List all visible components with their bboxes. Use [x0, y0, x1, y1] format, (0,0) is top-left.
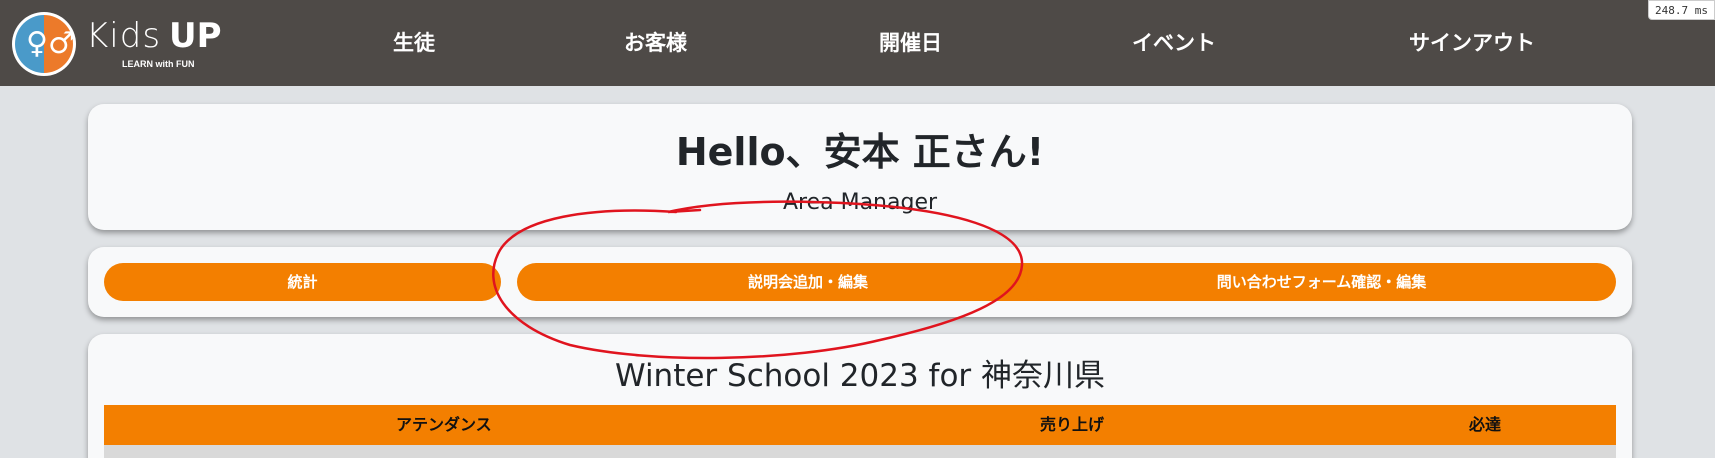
logo-wordmark-up: UP	[169, 16, 222, 56]
logo-wordmark: Kids UP	[86, 16, 222, 56]
event-title: Winter School 2023 for 神奈川県	[614, 358, 1106, 394]
actions-card: 統計 説明会追加・編集 問い合わせフォーム確認・編集	[88, 247, 1632, 317]
nav-sign-out[interactable]: サインアウト	[1409, 28, 1535, 58]
event-table-header: アテンダンス 売り上げ 必達	[104, 405, 1616, 445]
column-attendance: アテンダンス	[396, 415, 492, 434]
kids-up-logo[interactable]: ♀♂ Kids UP LEARN with FUN	[12, 12, 232, 76]
greeting-card: Hello、安本 正さん! Area Manager	[88, 104, 1632, 230]
kids-figures-icon: ♀♂	[12, 12, 76, 76]
nav-students[interactable]: 生徒	[393, 28, 435, 58]
session-edit-button[interactable]: 説明会追加・編集	[517, 263, 1099, 301]
column-target: 必達	[1469, 415, 1502, 434]
nav-customers[interactable]: お客様	[624, 28, 687, 58]
user-role: Area Manager	[782, 190, 938, 215]
table-row	[104, 445, 1616, 458]
logo-tagline: LEARN with FUN	[122, 59, 195, 69]
event-card: Winter School 2023 for 神奈川県 アテンダンス 売り上げ …	[88, 334, 1632, 458]
logo-wordmark-kids: Kids	[86, 16, 162, 56]
inquiry-form-button[interactable]: 問い合わせフォーム確認・編集	[1027, 263, 1616, 301]
nav-events[interactable]: イベント	[1132, 28, 1216, 58]
nav-dates[interactable]: 開催日	[879, 28, 942, 58]
greeting-title: Hello、安本 正さん!	[675, 130, 1045, 174]
stats-button[interactable]: 統計	[104, 263, 501, 301]
column-sales: 売り上げ	[1040, 415, 1105, 434]
top-navbar: ♀♂ Kids UP LEARN with FUN 生徒 お客様 開催日 イベント…	[0, 0, 1715, 86]
render-time-overlay: 248.7 ms	[1648, 0, 1715, 20]
